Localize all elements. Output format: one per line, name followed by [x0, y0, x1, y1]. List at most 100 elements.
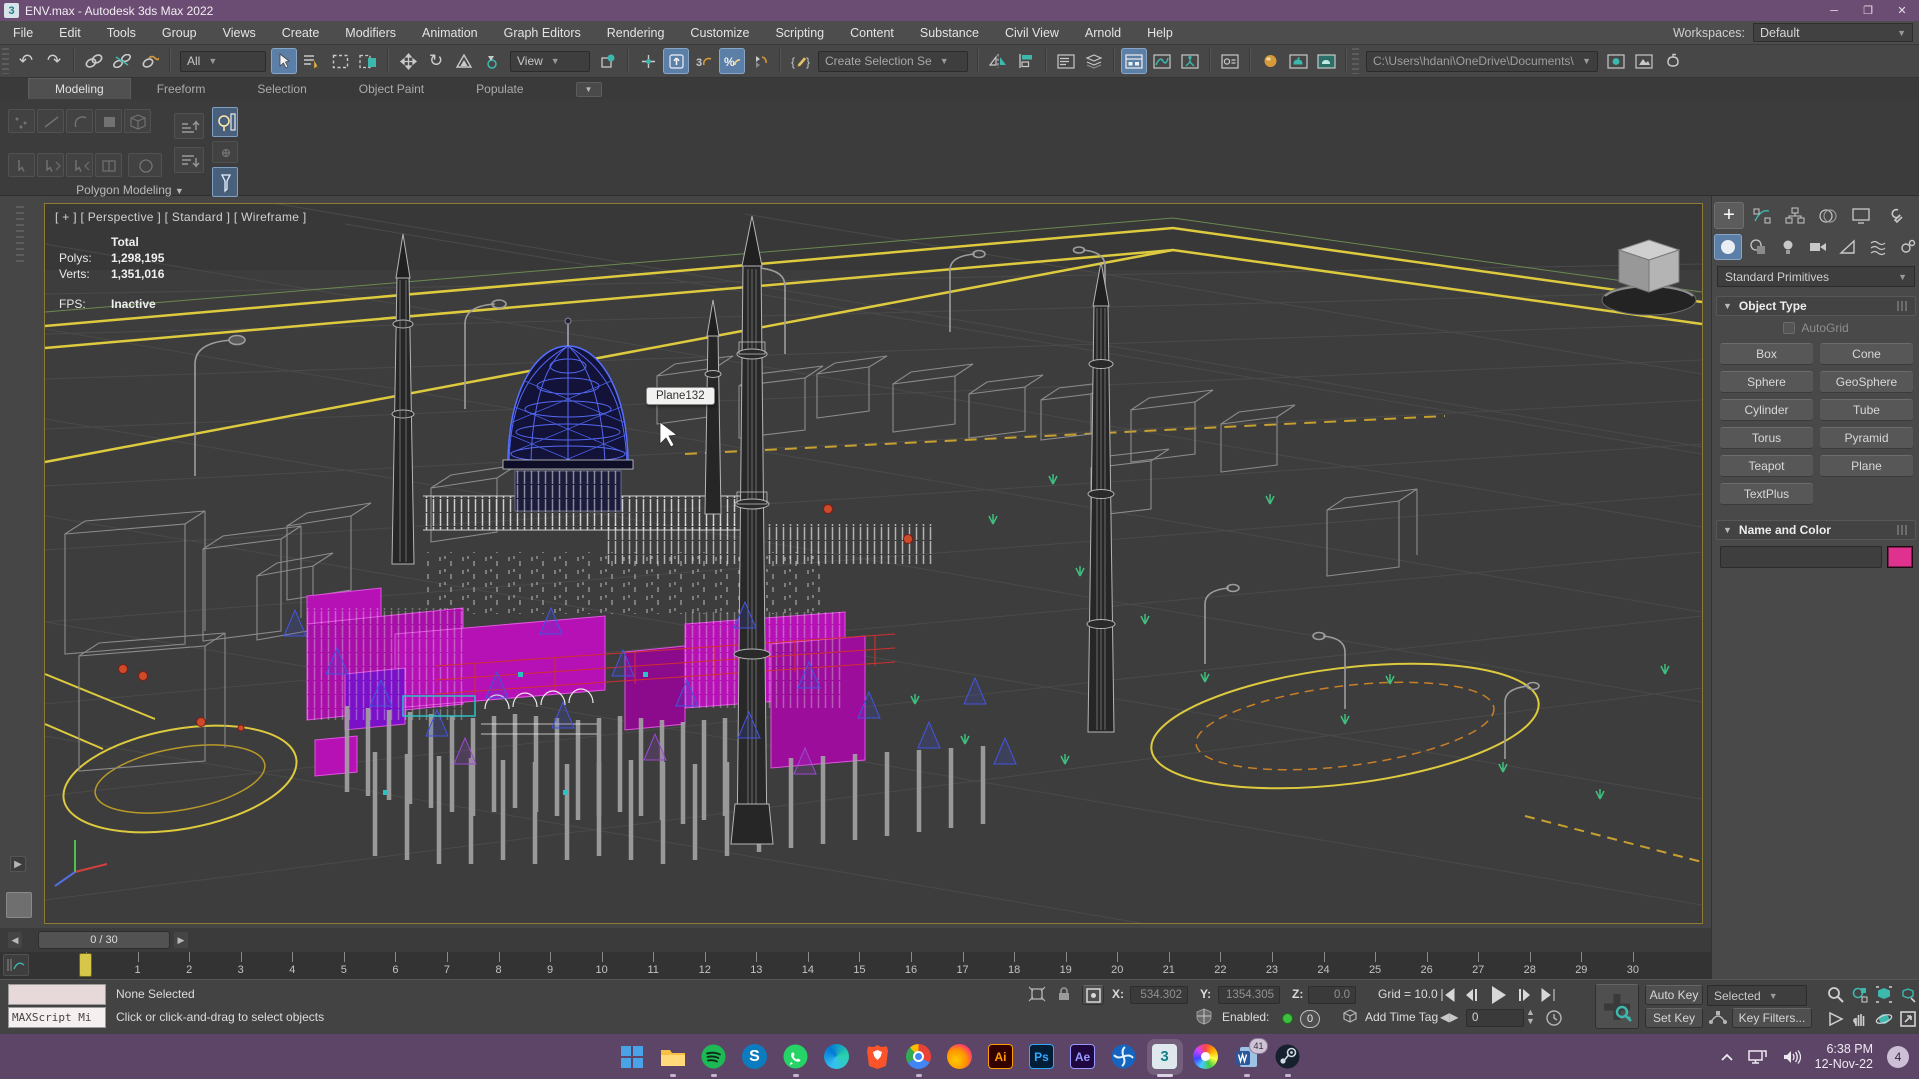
motion-tab[interactable]	[1813, 202, 1843, 229]
brave-icon[interactable]	[865, 1044, 891, 1070]
key-step-arrows[interactable]: ◀▶	[1440, 1010, 1458, 1024]
timeline-playhead[interactable]	[79, 953, 92, 977]
spinner-snap-button[interactable]	[747, 48, 773, 74]
primitive-button[interactable]: Torus	[1720, 427, 1813, 449]
select-shrink-icon[interactable]	[66, 153, 93, 177]
frame-tick-label[interactable]: 26	[1415, 952, 1439, 976]
shield-icon[interactable]	[1196, 1008, 1212, 1025]
menu-item[interactable]: File	[0, 21, 46, 44]
firefox-icon[interactable]	[947, 1044, 973, 1070]
maxscript-mini-listener[interactable]: MAXScript Mi	[8, 1007, 106, 1028]
ribbon-tab[interactable]: Populate	[450, 79, 549, 99]
geometry-category-icon[interactable]	[1714, 234, 1742, 260]
auto-key-button[interactable]: Auto Key	[1645, 985, 1703, 1005]
select-subobject-icon[interactable]	[8, 153, 35, 177]
primitive-button[interactable]: Teapot	[1720, 455, 1813, 477]
zoom-icon[interactable]	[1824, 984, 1847, 1005]
color-wheel-app-icon[interactable]	[1193, 1044, 1219, 1070]
pinwheel-app-icon[interactable]	[1111, 1044, 1137, 1070]
select-and-move-button[interactable]	[395, 48, 421, 74]
previous-key-button[interactable]	[1460, 984, 1482, 1006]
previous-frame-icon[interactable]: ◀	[8, 932, 22, 948]
frame-tick-label[interactable]: 22	[1208, 952, 1232, 976]
time-configuration-icon[interactable]	[1545, 1009, 1563, 1027]
frame-tick-label[interactable]: 18	[1002, 952, 1026, 976]
snap-toggle-2d-button[interactable]	[635, 48, 661, 74]
next-frame-icon[interactable]: ▶	[174, 932, 188, 948]
edge-mode-icon[interactable]	[37, 109, 64, 133]
primitive-button[interactable]: Box	[1720, 343, 1813, 365]
select-and-rotate-button[interactable]: ↻	[423, 48, 449, 74]
frame-tick-label[interactable]: 25	[1363, 952, 1387, 976]
set-key-button[interactable]: Set Key	[1645, 1008, 1703, 1028]
zoom-extents-icon[interactable]	[1872, 984, 1895, 1005]
frame-tick-label[interactable]: 21	[1157, 952, 1181, 976]
photoshop-icon[interactable]: Ps	[1029, 1044, 1055, 1070]
frame-tick-label[interactable]: 23	[1260, 952, 1284, 976]
frame-tick-label[interactable]: 9	[538, 952, 562, 976]
layer-manager-button[interactable]	[1053, 48, 1079, 74]
close-icon[interactable]: ✕	[1885, 0, 1919, 21]
viewport-header[interactable]: [ + ] [ Perspective ] [ Standard ] [ Wir…	[55, 210, 307, 224]
edit-named-selection-button[interactable]: {}	[787, 48, 813, 74]
selection-lock-icon[interactable]	[1056, 985, 1072, 1002]
frame-tick-label[interactable]: 3	[229, 952, 253, 976]
skype-icon[interactable]: S	[742, 1044, 768, 1070]
bind-spacewarp-button[interactable]	[137, 48, 163, 74]
frame-tick-label[interactable]: 19	[1054, 952, 1078, 976]
frame-spinner[interactable]: ▲ ▼	[1526, 1008, 1535, 1026]
whatsapp-icon[interactable]	[783, 1044, 809, 1077]
object-type-rollout[interactable]: ▼ Object Type	[1716, 296, 1916, 316]
ribbon-tab[interactable]: Modeling	[28, 78, 131, 99]
ribbon-tab[interactable]: Selection	[231, 79, 332, 99]
polygon-mode-icon[interactable]	[95, 109, 122, 133]
illustrator-icon[interactable]: Ai	[988, 1044, 1014, 1070]
menu-item[interactable]: Scripting	[762, 21, 837, 44]
shapes-category-icon[interactable]	[1744, 234, 1772, 260]
menu-item[interactable]: Help	[1134, 21, 1186, 44]
after-effects-icon[interactable]: Ae	[1070, 1044, 1096, 1070]
vertex-mode-icon[interactable]	[8, 109, 35, 133]
select-by-name-button[interactable]	[299, 48, 325, 74]
menu-item[interactable]: Views	[210, 21, 269, 44]
cameras-category-icon[interactable]	[1804, 234, 1832, 260]
use-pivot-center-button[interactable]	[595, 48, 621, 74]
frame-tick-label[interactable]: 16	[899, 952, 923, 976]
primitive-button[interactable]: Plane	[1820, 455, 1913, 477]
spotify-icon[interactable]	[701, 1044, 727, 1077]
frame-tick-label[interactable]: 17	[951, 952, 975, 976]
select-and-place-button[interactable]	[479, 48, 505, 74]
select-and-scale-button[interactable]	[451, 48, 477, 74]
menu-item[interactable]: Substance	[907, 21, 992, 44]
object-name-field[interactable]	[1720, 546, 1882, 568]
frame-tick-label[interactable]: 11	[641, 952, 665, 976]
menu-item[interactable]: Customize	[677, 21, 762, 44]
start-button[interactable]	[619, 1044, 645, 1070]
scene-explorer-button[interactable]	[1217, 48, 1243, 74]
enabled-count-pill[interactable]: 0	[1300, 1010, 1320, 1028]
layer-list-button[interactable]	[1081, 48, 1107, 74]
maxscript-mini-listener-pink[interactable]	[8, 984, 106, 1005]
frame-tick-label[interactable]: 8	[487, 952, 511, 976]
frame-tick-label[interactable]: 28	[1518, 952, 1542, 976]
zoom-region-icon[interactable]	[1896, 984, 1919, 1005]
menu-item[interactable]: Arnold	[1072, 21, 1134, 44]
utilities-tab[interactable]	[1879, 202, 1909, 229]
3ds-max-taskbar-icon[interactable]: 3	[1151, 1043, 1178, 1077]
frame-tick-label[interactable]: 12	[693, 952, 717, 976]
select-ring-icon[interactable]	[128, 153, 162, 177]
toolbar-drag-handle-2[interactable]	[1352, 48, 1359, 74]
menu-item[interactable]: Create	[269, 21, 333, 44]
collapse-grow-icon[interactable]	[174, 113, 204, 139]
chrome-icon[interactable]	[906, 1044, 932, 1077]
autogrid-checkbox[interactable]	[1783, 322, 1796, 334]
hierarchy-tab[interactable]	[1780, 202, 1810, 229]
name-color-rollout[interactable]: ▼ Name and Color	[1716, 520, 1916, 540]
helpers-category-icon[interactable]	[1834, 234, 1862, 260]
link-button[interactable]	[81, 48, 107, 74]
spacewarps-category-icon[interactable]	[1864, 234, 1892, 260]
select-object-button[interactable]	[271, 48, 297, 74]
collapse-shrink-icon[interactable]	[174, 147, 204, 173]
y-coordinate-field[interactable]: 1354.305	[1218, 986, 1280, 1004]
menu-item[interactable]: Edit	[46, 21, 94, 44]
